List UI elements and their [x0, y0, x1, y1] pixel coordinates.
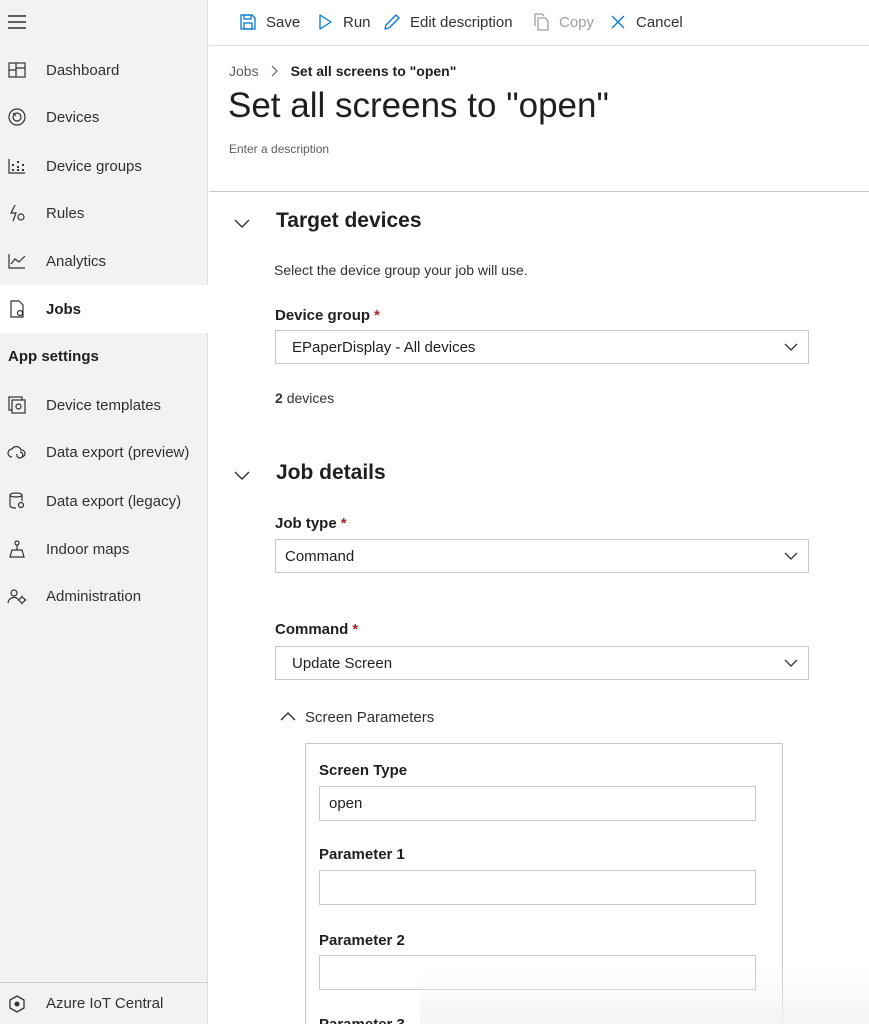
chevron-down-icon — [784, 343, 798, 351]
parameter1-input[interactable] — [319, 870, 756, 905]
sidebar-item-devices[interactable]: Devices — [0, 93, 208, 141]
device-group-label: Device group * — [275, 307, 380, 324]
run-button[interactable]: Run — [316, 10, 371, 34]
required-marker: * — [340, 515, 347, 532]
parameter2-input[interactable] — [319, 955, 756, 990]
sidebar-item-label: Jobs — [46, 300, 82, 318]
administration-icon — [7, 589, 27, 605]
sidebar-item-label: Rules — [46, 204, 85, 222]
command-bar: Save Run Edit description Copy Cancel — [209, 0, 869, 46]
device-count: 2 devices — [275, 390, 334, 406]
save-label: Save — [266, 13, 301, 31]
sidebar: Dashboard Devices Device groups Rules An… — [0, 0, 208, 1024]
sidebar-item-label: Device groups — [46, 157, 142, 175]
save-icon — [240, 14, 256, 30]
sidebar-item-label: Data export (legacy) — [46, 492, 182, 510]
azure-iot-central-icon — [9, 994, 25, 1013]
indoor-maps-icon — [9, 540, 25, 558]
parameter2-label: Parameter 2 — [319, 932, 405, 949]
target-devices-title: Target devices — [276, 209, 422, 232]
device-templates-icon — [8, 396, 26, 414]
sidebar-item-azure-iot-central[interactable]: Azure IoT Central — [0, 983, 208, 1024]
analytics-icon — [8, 254, 26, 269]
cancel-label: Cancel — [636, 13, 683, 31]
sidebar-item-label: Devices — [46, 108, 100, 126]
breadcrumb-jobs-link[interactable]: Jobs — [229, 63, 259, 79]
sidebar-item-device-templates[interactable]: Device templates — [0, 381, 208, 429]
sidebar-item-label: Azure IoT Central — [46, 995, 164, 1012]
save-button[interactable]: Save — [239, 10, 300, 34]
command-dropdown[interactable]: Update Screen — [275, 646, 809, 680]
device-group-value: EPaperDisplay - All devices — [292, 338, 476, 356]
chevron-up-icon — [280, 712, 296, 721]
sidebar-item-rules[interactable]: Rules — [0, 189, 208, 237]
header-divider — [209, 191, 869, 192]
sidebar-item-label: Indoor maps — [46, 540, 130, 558]
device-group-label-text: Device group — [275, 307, 371, 324]
rules-icon — [10, 204, 25, 222]
job-type-value: Command — [285, 547, 355, 565]
breadcrumb: Jobs Set all screens to "open" — [229, 63, 456, 79]
copy-button[interactable]: Copy — [532, 10, 594, 34]
sidebar-item-analytics[interactable]: Analytics — [0, 237, 208, 285]
job-details-title: Job details — [276, 461, 386, 484]
chevron-down-icon — [784, 552, 798, 560]
parameter3-label: Parameter 3 — [319, 1016, 405, 1024]
chevron-right-icon — [271, 65, 278, 77]
cancel-button[interactable]: Cancel — [609, 10, 683, 34]
parameter1-label: Parameter 1 — [319, 846, 405, 863]
sidebar-item-device-groups[interactable]: Device groups — [0, 142, 208, 190]
copy-label: Copy — [559, 13, 595, 31]
jobs-icon — [10, 300, 24, 318]
run-label: Run — [343, 13, 371, 31]
screen-type-label: Screen Type — [319, 762, 408, 779]
sidebar-item-data-export-preview[interactable]: Data export (preview) — [0, 428, 208, 476]
pencil-icon — [384, 14, 400, 30]
hamburger-menu-icon[interactable] — [7, 12, 27, 32]
screen-parameters-label: Screen Parameters — [305, 708, 435, 726]
job-type-dropdown[interactable]: Command — [275, 539, 809, 573]
sidebar-item-indoor-maps[interactable]: Indoor maps — [0, 525, 208, 573]
devices-icon — [8, 108, 26, 126]
edit-description-label: Edit description — [410, 13, 513, 31]
required-marker: * — [352, 621, 359, 638]
sidebar-item-label: Analytics — [46, 252, 107, 270]
chevron-down-icon — [784, 659, 798, 667]
edit-description-button[interactable]: Edit description — [383, 10, 513, 34]
close-icon — [611, 15, 625, 29]
chevron-down-icon[interactable] — [233, 214, 251, 232]
screen-parameters-toggle[interactable]: Screen Parameters — [279, 707, 434, 727]
device-group-dropdown[interactable]: EPaperDisplay - All devices — [275, 330, 809, 364]
page-title: Set all screens to "open" — [228, 86, 609, 125]
device-groups-icon — [8, 159, 25, 174]
command-value: Update Screen — [292, 654, 393, 672]
sidebar-item-label: Dashboard — [46, 61, 120, 79]
sidebar-section-header: App settings — [8, 348, 99, 365]
screen-type-input[interactable] — [319, 786, 756, 821]
sidebar-item-label: Device templates — [46, 396, 162, 414]
sidebar-item-data-export-legacy[interactable]: Data export (legacy) — [0, 477, 208, 525]
data-export-preview-icon — [7, 446, 26, 459]
sidebar-item-label: Administration — [46, 587, 142, 605]
device-count-number: 2 — [275, 390, 283, 406]
required-marker: * — [374, 307, 380, 324]
sidebar-item-dashboard[interactable]: Dashboard — [0, 46, 208, 94]
job-type-label-text: Job type — [275, 515, 337, 532]
sidebar-item-jobs[interactable]: Jobs — [0, 285, 208, 333]
job-type-label: Job type * — [275, 515, 347, 532]
command-label-text: Command — [275, 621, 349, 638]
play-icon — [319, 14, 332, 30]
breadcrumb-current: Set all screens to "open" — [290, 63, 457, 79]
dashboard-icon — [8, 62, 26, 78]
device-count-suffix: devices — [286, 390, 335, 406]
copy-icon — [534, 13, 549, 31]
description-placeholder[interactable]: Enter a description — [229, 142, 329, 156]
data-export-legacy-icon — [9, 492, 25, 509]
target-devices-instruction: Select the device group your job will us… — [274, 262, 528, 278]
chevron-down-icon[interactable] — [233, 466, 251, 484]
sidebar-item-label: Data export (preview) — [46, 443, 190, 461]
sidebar-item-administration[interactable]: Administration — [0, 572, 208, 620]
command-label: Command * — [275, 621, 358, 638]
